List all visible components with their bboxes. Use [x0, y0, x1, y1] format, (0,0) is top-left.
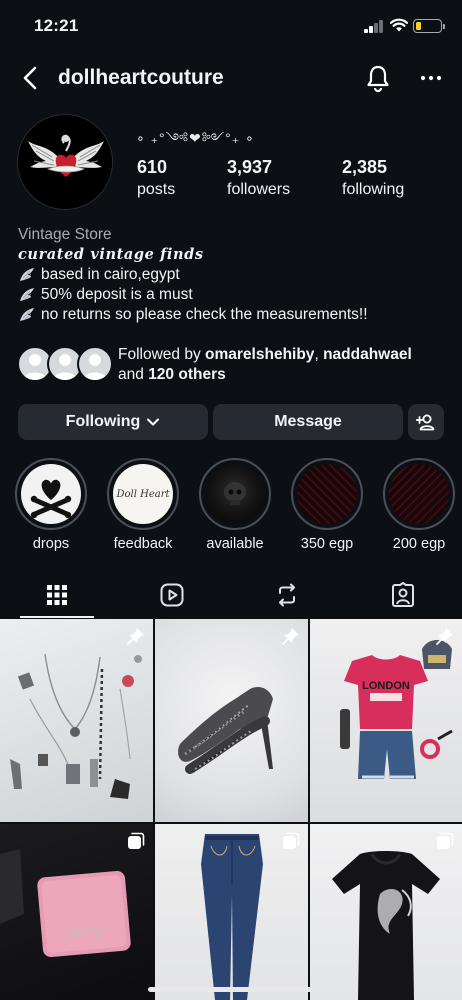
doll-heart-cover-text: Doll Heart — [116, 488, 170, 500]
reposts-icon[interactable] — [274, 582, 300, 608]
followed-by-separator: , — [314, 346, 319, 363]
stat-posts-label: posts — [137, 181, 176, 198]
followed-by-text: Followed by omarelshehiby, naddahwael an… — [118, 345, 412, 385]
bio-tagline: curated vintage finds — [18, 246, 204, 263]
following-button[interactable]: Following — [18, 404, 208, 440]
following-button-label: Following — [65, 413, 141, 430]
highlight-label: available — [206, 536, 264, 552]
grid-icon[interactable] — [44, 582, 70, 608]
bio-line-text: no returns so please check the measureme… — [41, 306, 368, 323]
status-time: 12:21 — [34, 16, 79, 35]
jewelry-photo — [10, 653, 142, 799]
svg-text:LONDON: LONDON — [362, 680, 410, 692]
pink-wallet-photo: Juicy — [0, 849, 131, 958]
grid-post[interactable]: Juicy — [0, 824, 153, 1000]
flare-jeans-photo — [201, 834, 263, 1000]
mutual-user-2[interactable]: naddahwael — [323, 346, 412, 363]
multi-icon — [437, 832, 454, 849]
message-button-label: Message — [274, 413, 342, 430]
status-bar: 12:21 — [0, 0, 462, 50]
back-icon[interactable] — [18, 64, 44, 92]
grid-post[interactable] — [155, 824, 308, 1000]
grid-post[interactable]: LONDON — [310, 619, 462, 822]
bio-line: no returns so please check the measureme… — [18, 305, 448, 325]
highlight-cover — [383, 458, 455, 530]
studded-heels-photo — [178, 687, 273, 774]
bio-category: Vintage Store — [18, 226, 112, 243]
battery-icon — [413, 19, 445, 33]
highlight-label: 200 egp — [392, 536, 446, 552]
followed-by-prefix: Followed by — [118, 346, 201, 363]
wing-icon — [20, 288, 34, 301]
highlight-cover: Doll Heart — [107, 458, 179, 530]
black-top-photo — [332, 851, 440, 1000]
multi-icon — [283, 832, 300, 849]
grid-post[interactable] — [155, 619, 308, 822]
active-tab-indicator — [20, 616, 94, 618]
multi-icon — [128, 832, 145, 849]
highlight-cover — [15, 458, 87, 530]
profile-username: dollheartcouture — [58, 66, 224, 89]
highlight-350-egp[interactable]: 350 egp — [290, 458, 364, 552]
profile-header: dollheartcouture — [0, 56, 462, 100]
wifi-icon — [390, 18, 408, 32]
wallet-text: Juicy — [63, 922, 103, 941]
cellular-signal-icon — [364, 20, 384, 33]
bio-line-text: 50% deposit is a must — [41, 286, 193, 303]
highlight-200-egp[interactable]: 200 egp — [382, 458, 456, 552]
default-user-icon — [83, 354, 107, 380]
highlight-label: feedback — [113, 536, 173, 552]
profile-bio: Vintage Store curated vintage finds base… — [18, 225, 448, 325]
bio-line: based in cairo,egypt — [18, 265, 448, 285]
highlight-label: drops — [32, 536, 70, 552]
profile-avatar[interactable] — [17, 114, 113, 210]
stat-followers-number: 3,937 — [227, 157, 273, 177]
mutual-others[interactable]: 120 others — [148, 366, 226, 383]
stat-following[interactable]: 2,385 following — [342, 157, 404, 199]
wing-icon — [20, 268, 34, 281]
reels-icon[interactable] — [159, 582, 185, 608]
highlight-cover — [291, 458, 363, 530]
winged-heart-logo-icon — [18, 115, 112, 209]
tagged-icon[interactable] — [390, 582, 416, 608]
home-indicator[interactable] — [148, 987, 314, 992]
more-icon[interactable] — [418, 68, 444, 88]
add-user-icon — [416, 414, 435, 431]
stat-posts-number: 610 — [137, 157, 168, 177]
chevron-down-icon — [147, 418, 160, 426]
pin-icon — [436, 628, 453, 645]
followed-by-and: and — [118, 366, 144, 383]
mutual-user-1[interactable]: omarelshehiby — [205, 346, 314, 363]
wing-icon — [20, 308, 34, 321]
followed-by[interactable]: Followed by omarelshehiby, naddahwael an… — [17, 346, 447, 386]
bio-line: 50% deposit is a must — [18, 285, 448, 305]
bio-line-text: based in cairo,egypt — [41, 266, 180, 283]
add-user-button[interactable] — [408, 404, 444, 440]
pin-icon — [282, 628, 299, 645]
skull-crossbones-icon — [30, 479, 72, 519]
london-tee-outfit-photo: LONDON — [340, 640, 453, 779]
highlight-cover — [199, 458, 271, 530]
posts-grid: LONDON Juicy — [0, 619, 462, 1000]
profile-display-name: ∘ ₊°༺❤︎༻°₊ ∘ — [136, 130, 255, 146]
stat-following-label: following — [342, 181, 405, 198]
pin-icon — [127, 628, 144, 645]
grid-post[interactable] — [0, 619, 153, 822]
highlight-available[interactable]: available — [198, 458, 272, 552]
highlight-drops[interactable]: drops — [14, 458, 88, 552]
skull-icon — [224, 482, 246, 505]
stat-followers[interactable]: 3,937 followers — [227, 157, 290, 199]
highlight-feedback[interactable]: Doll Heart feedback — [106, 458, 180, 552]
stat-posts[interactable]: 610 posts — [137, 157, 175, 199]
stat-following-number: 2,385 — [342, 157, 388, 177]
stat-followers-label: followers — [227, 181, 291, 198]
profile-tabs — [0, 572, 462, 618]
bell-icon[interactable] — [364, 63, 392, 93]
highlight-label: 350 egp — [300, 536, 354, 552]
mutual-avatar — [77, 346, 113, 382]
grid-post[interactable] — [310, 824, 462, 1000]
message-button[interactable]: Message — [213, 404, 403, 440]
